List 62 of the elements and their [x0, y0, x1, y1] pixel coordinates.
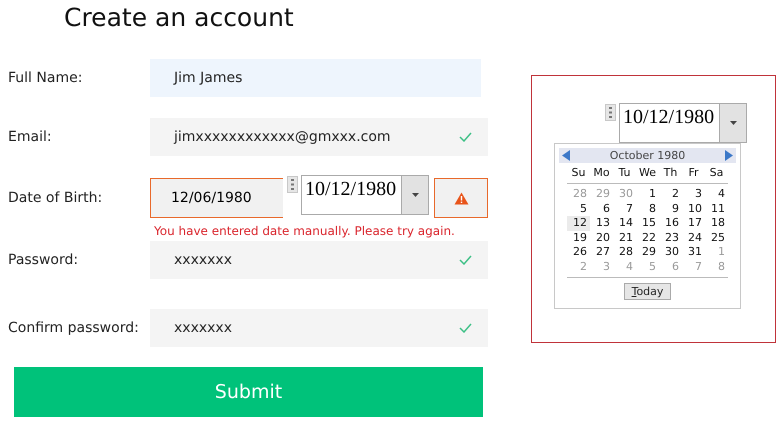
weekday-label: Mo	[592, 165, 611, 181]
calendar-day[interactable]: 23	[659, 230, 682, 245]
weekday-label: Sa	[708, 165, 724, 181]
calendar-day[interactable]: 20	[590, 230, 613, 245]
input-field[interactable]: jimxxxxxxxxxxxx@gmxxx.com	[150, 118, 488, 156]
check-icon	[459, 132, 472, 142]
calendar-day[interactable]: 21	[613, 230, 636, 245]
field-label: Email:	[7, 129, 53, 145]
calendar-day[interactable]: 17	[682, 216, 705, 230]
calendar-day[interactable]: 3	[682, 187, 705, 202]
calendar-day[interactable]: 7	[613, 202, 636, 216]
field-label: Full Name:	[7, 70, 84, 86]
next-month-icon[interactable]	[724, 150, 733, 161]
calendar-day[interactable]: 14	[613, 216, 636, 230]
calendar-day[interactable]: 28	[613, 245, 636, 260]
grip-icon[interactable]	[287, 176, 298, 193]
calendar-day[interactable]: 31	[682, 245, 705, 260]
calendar-day[interactable]: 6	[590, 202, 613, 216]
calendar-day[interactable]: 30	[659, 245, 682, 260]
calendar-day[interactable]: 18	[705, 216, 728, 230]
calendar-day[interactable]: 4	[705, 187, 728, 202]
input-field[interactable]: Jim James	[150, 59, 481, 97]
page-title: Create an account	[64, 3, 295, 34]
calendar-day[interactable]: 8	[636, 202, 659, 216]
calendar-day[interactable]: 5	[567, 202, 590, 216]
calendar-day[interactable]: 25	[705, 230, 728, 245]
weekday-label: We	[638, 165, 657, 181]
calendar-day[interactable]: 11	[705, 202, 728, 216]
calendar-day[interactable]: 16	[659, 216, 682, 230]
today-button[interactable]: Today	[624, 283, 672, 300]
field-label: Confirm password:	[7, 320, 140, 336]
calendar-day[interactable]: 13	[590, 216, 613, 230]
calendar-day[interactable]: 29	[636, 245, 659, 260]
input-field[interactable]: xxxxxxx	[150, 241, 488, 279]
grip-icon[interactable]	[605, 104, 616, 121]
check-icon	[459, 255, 472, 265]
calendar-day[interactable]: 9	[659, 202, 682, 216]
calendar-day[interactable]: 22	[636, 230, 659, 245]
date-field[interactable]: 12/06/1980	[150, 178, 283, 218]
calendar-day[interactable]: 15	[636, 216, 659, 230]
calendar-day[interactable]: 10	[682, 202, 705, 216]
calendar-day[interactable]: 12	[567, 216, 590, 230]
check-icon	[459, 323, 472, 333]
error-message: You have entered date manually. Please try again.	[154, 224, 456, 238]
weekday-label: Tu	[617, 165, 632, 181]
warning-icon	[454, 192, 468, 204]
month-header: October 1980	[559, 148, 736, 163]
calendar-day[interactable]: 1	[636, 187, 659, 202]
calendar-day[interactable]: 2	[659, 187, 682, 202]
caret-icon	[730, 121, 736, 125]
previous-month-icon[interactable]	[562, 150, 570, 161]
field-label: Password:	[7, 252, 80, 268]
calendar-day[interactable]: 26	[567, 245, 590, 260]
calendar-day[interactable]: 19	[567, 230, 590, 245]
field-label: Date of Birth:	[7, 190, 104, 206]
caret-icon	[412, 193, 418, 197]
weekday-label: Th	[662, 165, 678, 181]
weekday-label: Fr	[687, 165, 700, 181]
calendar-day[interactable]: 27	[590, 245, 613, 260]
weekday-label: Su	[570, 165, 586, 181]
calendar-day[interactable]: 24	[682, 230, 705, 245]
input-field[interactable]: xxxxxxx	[150, 309, 488, 347]
